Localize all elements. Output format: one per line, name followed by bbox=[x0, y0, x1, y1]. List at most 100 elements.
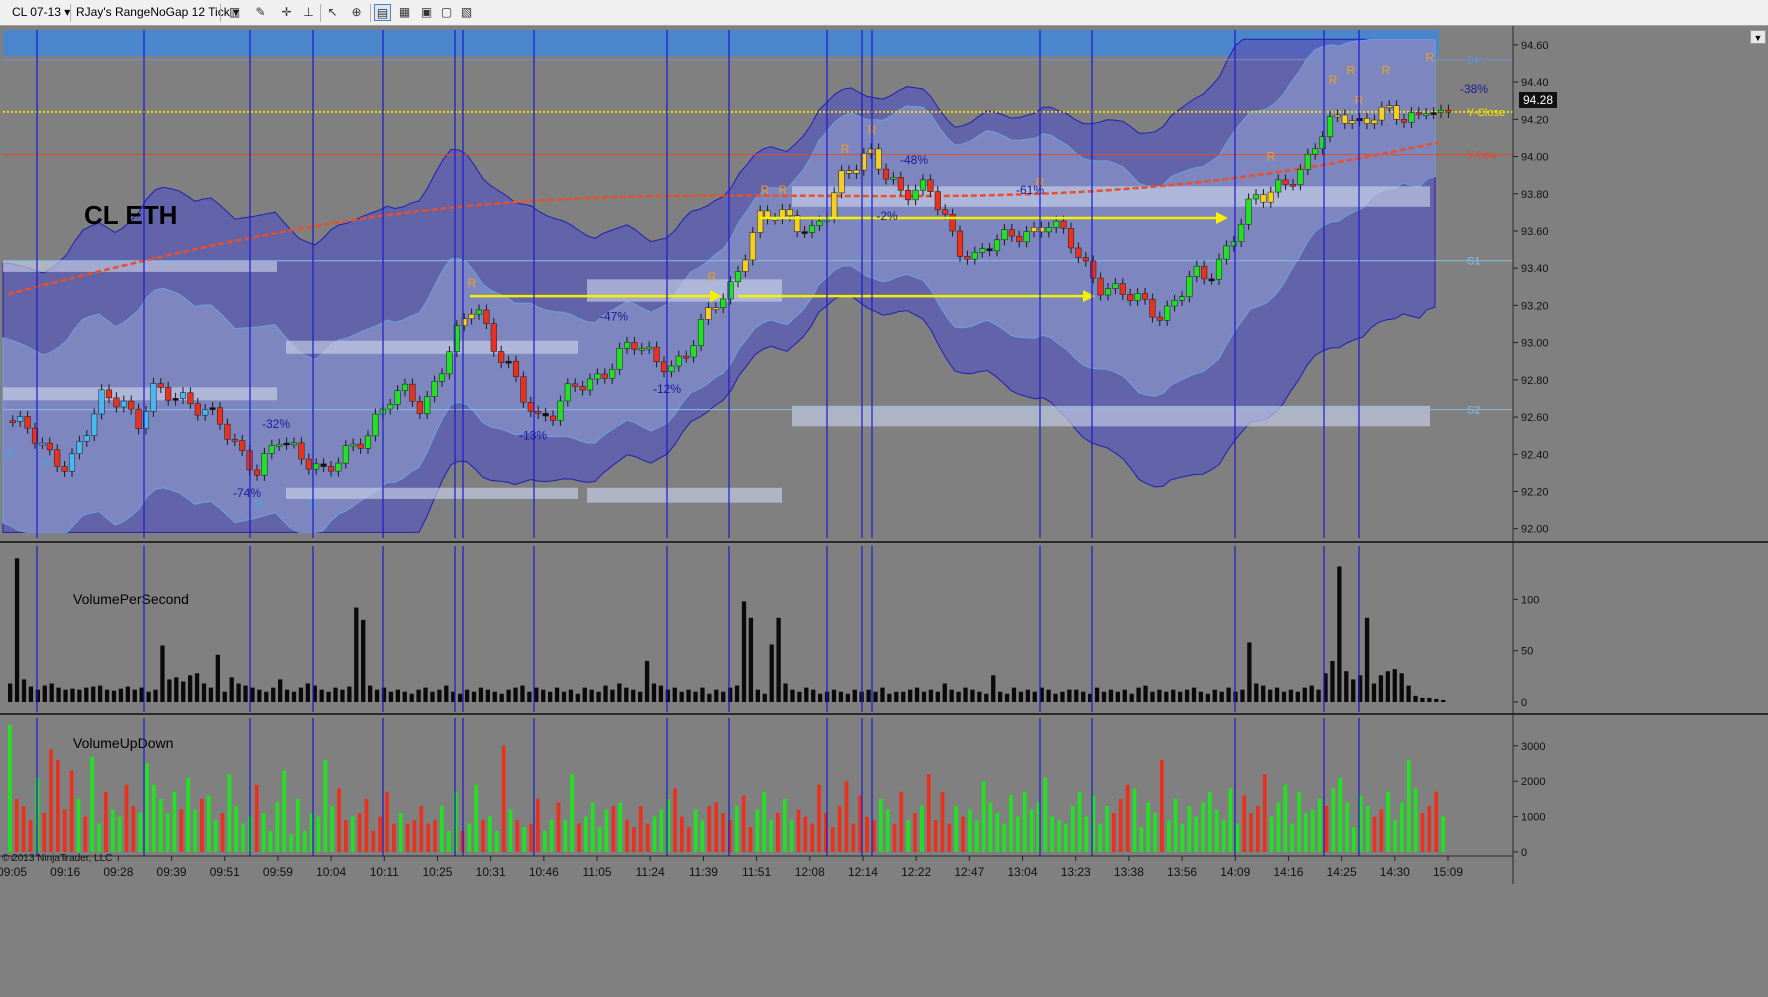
bar-style-icon[interactable]: ▥ bbox=[226, 4, 243, 21]
candle-body bbox=[416, 401, 423, 414]
time-tick-label: 13:56 bbox=[1167, 865, 1197, 879]
pencil-draw-icon[interactable]: ✎ bbox=[252, 4, 269, 21]
volume-bar bbox=[1420, 697, 1425, 702]
candle-body bbox=[431, 381, 438, 397]
volume-updown-bar bbox=[200, 798, 204, 852]
volume-bar bbox=[783, 683, 788, 702]
r-marker: R bbox=[708, 270, 717, 284]
instrument-selector[interactable]: CL 07-13 ▾ bbox=[12, 4, 70, 21]
volume-bar bbox=[714, 689, 719, 702]
candle-body bbox=[919, 179, 927, 191]
properties-icon[interactable]: ▢ bbox=[438, 4, 455, 21]
volume-updown-bar bbox=[1022, 791, 1027, 852]
volume-bar bbox=[174, 677, 179, 702]
volume-bar bbox=[49, 683, 54, 702]
volume-updown-bar bbox=[899, 791, 904, 852]
volume-updown-bar bbox=[186, 777, 191, 852]
candle-body bbox=[1363, 118, 1371, 124]
time-tick-label: 15:09 bbox=[1433, 865, 1463, 879]
candle-body bbox=[1223, 245, 1230, 260]
candle-body bbox=[1156, 316, 1163, 321]
volume-bar bbox=[651, 683, 657, 702]
candle-body bbox=[971, 252, 978, 260]
price-tick-label: 94.40 bbox=[1521, 77, 1549, 89]
magnet-icon[interactable]: ⊥ bbox=[300, 4, 317, 21]
volume-bar bbox=[1081, 691, 1086, 702]
volume-bar bbox=[278, 679, 283, 702]
volume-bar bbox=[548, 691, 553, 702]
volume-bar bbox=[326, 691, 331, 702]
r-marker: R bbox=[42, 456, 51, 470]
candle-body bbox=[253, 469, 261, 476]
volume-bar bbox=[631, 689, 636, 702]
volume-updown-bar bbox=[385, 791, 389, 852]
volume-updown-bar bbox=[1180, 823, 1185, 852]
volume-updown-bar bbox=[145, 763, 149, 852]
template-icon[interactable]: ▧ bbox=[458, 4, 475, 21]
volume-updown-bar bbox=[1372, 816, 1377, 852]
candle-body bbox=[623, 342, 631, 349]
pointer-icon[interactable]: ↖ bbox=[324, 4, 341, 21]
volume-bar bbox=[838, 691, 844, 702]
candle-body bbox=[1104, 288, 1112, 296]
volume-updown-bar bbox=[913, 813, 917, 852]
volume-updown-bar bbox=[14, 798, 19, 852]
time-tick-label: 10:46 bbox=[529, 865, 559, 879]
volume-bar bbox=[1309, 685, 1314, 702]
volume-updown-bar bbox=[844, 781, 849, 852]
sr-zone bbox=[792, 405, 1430, 427]
candle-body bbox=[1230, 241, 1237, 247]
volume-updown-bar bbox=[357, 813, 362, 852]
volume-updown-bar bbox=[933, 820, 938, 852]
percent-annotation: -13% bbox=[519, 428, 547, 442]
candle-body bbox=[505, 360, 512, 364]
volume-bar bbox=[1226, 687, 1231, 702]
candle-body bbox=[1178, 296, 1186, 301]
candle-body bbox=[660, 361, 668, 372]
volume-bar bbox=[188, 675, 193, 702]
volume-updown-bar bbox=[577, 823, 581, 852]
data-box-icon[interactable]: ▣ bbox=[418, 4, 435, 21]
candle-body bbox=[838, 170, 845, 194]
candle-body bbox=[993, 239, 1001, 252]
volume-bar bbox=[368, 685, 373, 702]
chart-type-selector[interactable]: RJay's RangeNoGap 12 Tick ▾ bbox=[76, 4, 239, 21]
price-tick-label: 92.40 bbox=[1521, 449, 1549, 461]
chart-canvas[interactable]: RRRRRRRRRRRRRRRRR -74%-32%-13%-47%-12%-2… bbox=[0, 26, 1768, 997]
volume-updown-bar bbox=[817, 784, 821, 852]
indicators-icon[interactable]: ▤ bbox=[374, 4, 391, 21]
volume-updown-bar bbox=[412, 820, 417, 852]
volume-bar bbox=[721, 691, 726, 702]
volume-bar bbox=[1018, 691, 1024, 702]
volume-bar bbox=[70, 688, 75, 702]
volume-bar bbox=[388, 691, 394, 702]
strategies-icon[interactable]: ▦ bbox=[396, 4, 413, 21]
candle-body bbox=[39, 442, 46, 446]
axis-scroll-down-icon[interactable]: ▼ bbox=[1750, 30, 1766, 44]
volume-bar bbox=[1032, 691, 1037, 702]
volume-bar bbox=[298, 687, 304, 702]
volume-updown-bar bbox=[556, 802, 561, 852]
volume-bar bbox=[921, 691, 927, 702]
volume-bar bbox=[1129, 693, 1134, 702]
candle-body bbox=[276, 444, 283, 447]
volume-bar bbox=[430, 691, 435, 702]
volume-bar bbox=[333, 687, 338, 702]
zoom-icon[interactable]: ⊕ bbox=[348, 4, 365, 21]
price-chart-title: CL ETH bbox=[84, 200, 177, 230]
r-marker: R bbox=[841, 142, 850, 156]
volume-updown-bar bbox=[8, 724, 12, 852]
volume-updown-bar bbox=[680, 816, 684, 852]
candle-body bbox=[1119, 283, 1126, 295]
crosshair-icon[interactable]: ✛ bbox=[278, 4, 295, 21]
volume-bar bbox=[374, 689, 380, 702]
volume-updown-bar bbox=[172, 791, 177, 852]
volume-updown-bar bbox=[1194, 816, 1199, 852]
volume-updown-bar bbox=[714, 802, 719, 852]
time-tick-label: 12:14 bbox=[848, 865, 878, 879]
candle-body bbox=[1082, 257, 1089, 262]
r-marker: R bbox=[468, 276, 477, 290]
candle-body bbox=[68, 453, 76, 472]
level-label: Y-Close bbox=[1467, 107, 1505, 119]
candle-body bbox=[1238, 224, 1245, 242]
